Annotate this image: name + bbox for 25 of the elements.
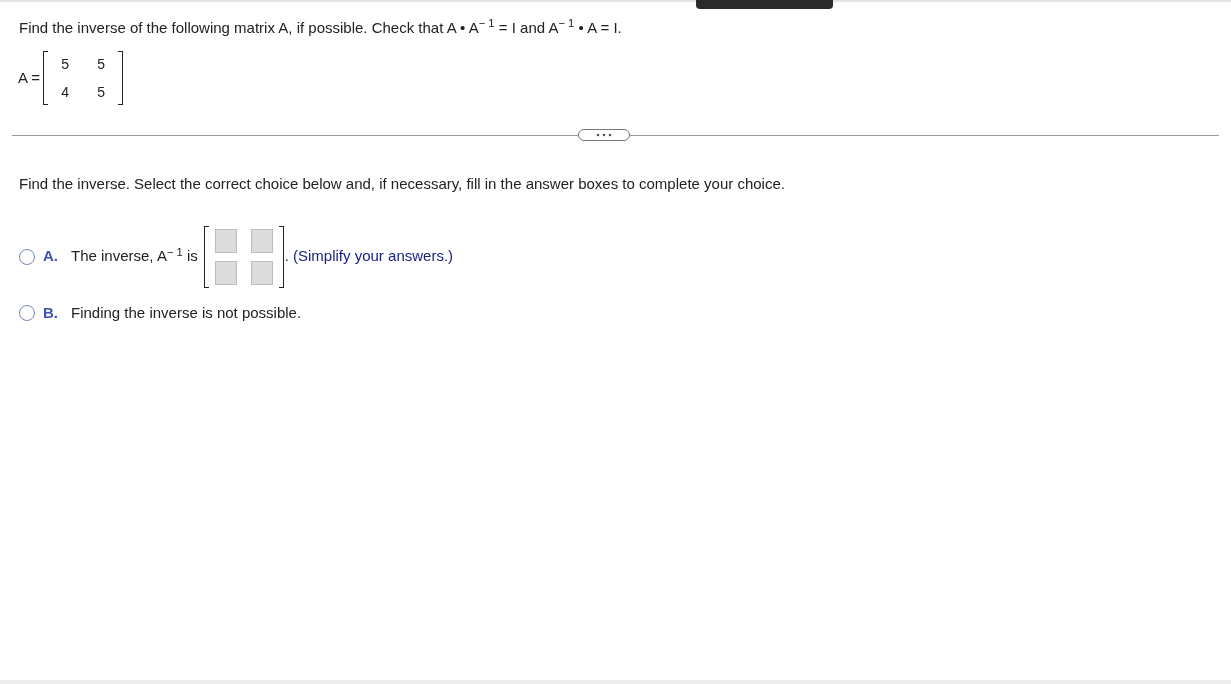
choice-letter: B. (43, 302, 59, 323)
matrix-label: A = (18, 67, 41, 88)
choice-letter: A. (43, 246, 59, 267)
matrix-entry: 5 (96, 55, 106, 74)
matrix-bracket (118, 51, 124, 105)
expand-button[interactable] (578, 129, 630, 141)
choice-text: Finding the inverse is not possible. (71, 302, 302, 323)
radio-button[interactable] (19, 248, 35, 265)
matrix-entry: 4 (60, 83, 70, 102)
matrix-entry: 5 (96, 83, 106, 102)
matrix-bracket (43, 51, 49, 105)
matrix-entry: 5 (60, 55, 70, 74)
ellipsis-icon (596, 133, 612, 137)
matrix-bracket (278, 225, 284, 288)
radio-button[interactable] (19, 304, 35, 321)
instruction-text: Find the inverse. Select the correct choice below and, if necessary, fill in the answer boxes to complete your choice. (19, 174, 786, 194)
period-text: . (284, 246, 289, 267)
choice-text: The inverse, A$^{− 1}$ is (71, 245, 198, 267)
answer-box[interactable] (214, 260, 237, 285)
hint-text: (Simplify your answers.) (293, 246, 454, 267)
question-text: Find the inverse of the following matrix A, if possible. Check that A • A$^{− 1}$ = I and A$^{− 1}$ • A = I. (19, 17, 623, 38)
answer-box[interactable] (250, 228, 273, 253)
answer-box[interactable] (250, 260, 273, 285)
matrix-bracket (203, 225, 209, 288)
answer-box[interactable] (214, 228, 237, 253)
